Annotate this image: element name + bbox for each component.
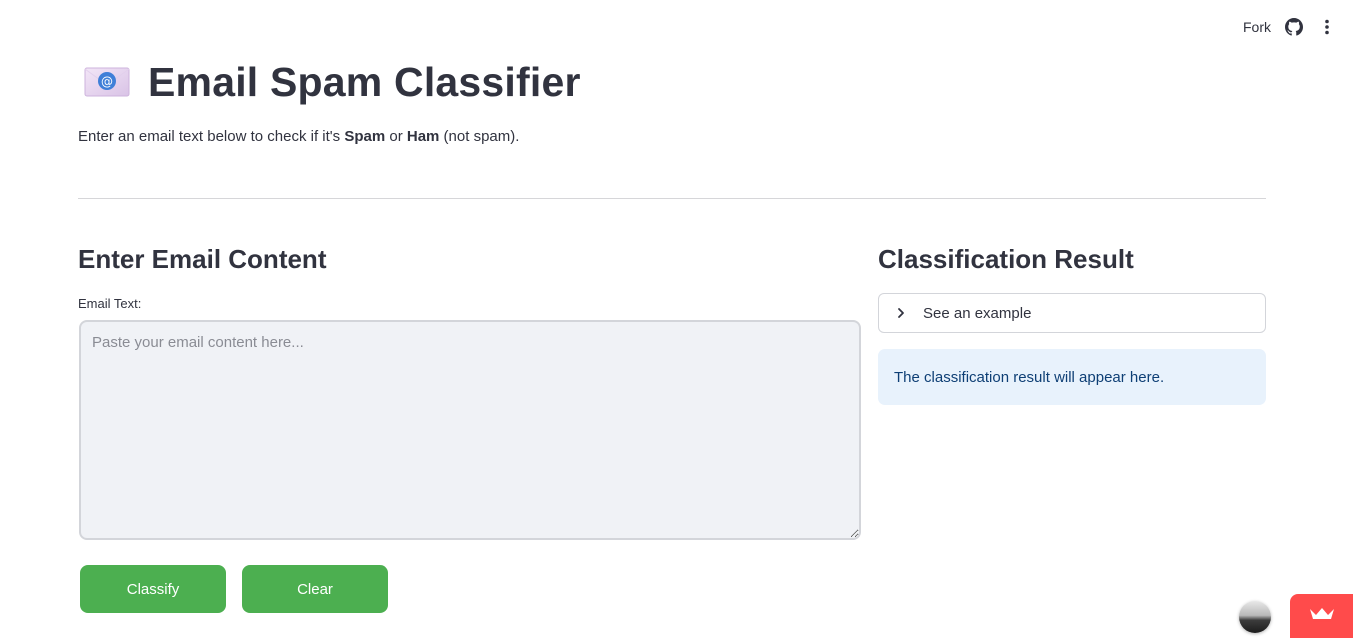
result-info-text: The classification result will appear he… [894,368,1165,386]
page-header: @ Email Spam Classifier [84,58,581,106]
result-info-box: The classification result will appear he… [878,349,1266,405]
expander-label: See an example [923,304,1032,322]
action-buttons: Classify Clear [80,565,862,613]
crown-icon [1309,606,1335,627]
intro-prefix: Enter an email text below to check if it… [78,128,345,145]
app-toolbar: Fork [1243,14,1335,40]
email-content-heading: Enter Email Content [78,244,327,274]
email-text-label: Email Text: [78,296,142,311]
user-avatar[interactable] [1239,601,1271,633]
intro-suffix: (not spam). [439,128,520,145]
example-expander[interactable]: See an example [878,293,1266,333]
intro-text: Enter an email text below to check if it… [78,128,519,145]
fork-link[interactable]: Fork [1243,19,1271,35]
section-divider [78,198,1266,199]
clear-button[interactable]: Clear [242,565,388,613]
chevron-right-icon [895,307,907,319]
intro-middle: or [385,128,407,145]
email-input-section: Enter Email Content Email Text: Classify… [78,240,862,613]
classify-button[interactable]: Classify [80,565,226,613]
classification-result-heading: Classification Result [878,244,1134,274]
github-icon[interactable] [1285,18,1303,36]
page-title: Email Spam Classifier [148,59,581,105]
classification-result-section: Classification Result See an example The… [878,240,1266,405]
ham-word: Ham [406,128,440,145]
svg-text:@: @ [101,75,113,89]
spam-word: Spam [344,128,386,145]
streamlit-crown-badge[interactable] [1290,594,1353,638]
email-text-input[interactable] [79,320,861,540]
envelope-email-icon: @ [84,66,130,98]
more-menu-icon[interactable] [1319,16,1335,38]
